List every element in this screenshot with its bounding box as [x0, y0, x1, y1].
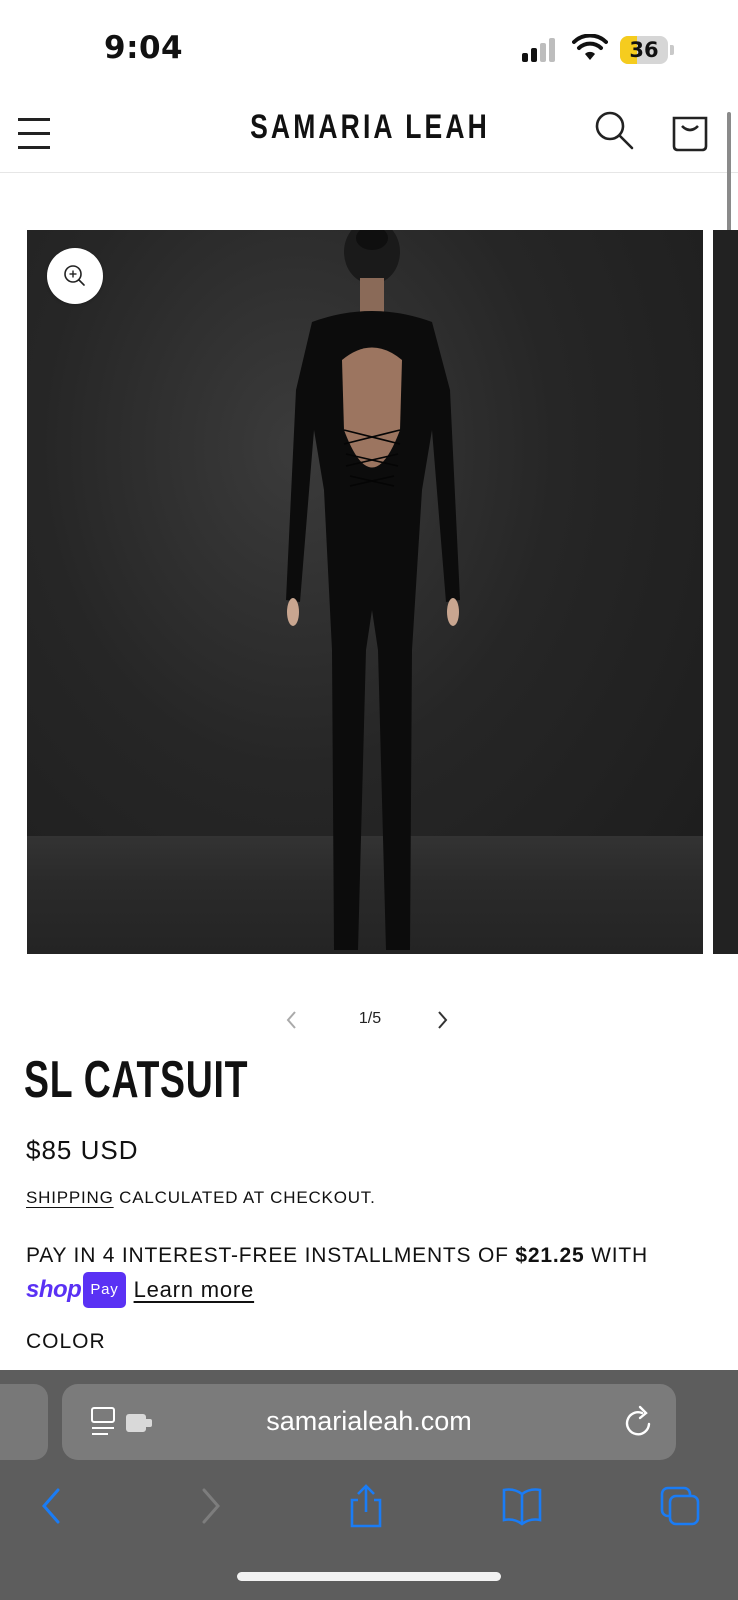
search-icon[interactable] — [592, 108, 636, 152]
color-label: COLOR — [26, 1330, 106, 1353]
brand-logo[interactable]: SAMARIA LEAH — [237, 108, 502, 147]
battery-icon: 36 — [620, 36, 668, 64]
next-image-peek[interactable] — [713, 230, 738, 954]
shipping-note: SHIPPING CALCULATED AT CHECKOUT. — [26, 1188, 376, 1208]
status-time: 9:04 — [104, 30, 184, 66]
wifi-icon — [572, 34, 608, 60]
forward-icon[interactable] — [188, 1484, 232, 1528]
installments-note: PAY IN 4 INTEREST-FREE INSTALLMENTS OF $… — [26, 1240, 726, 1308]
chevron-right-icon[interactable] — [430, 1008, 454, 1032]
page-menu-icon[interactable] — [90, 1406, 156, 1440]
shop-pay-badge: Pay — [83, 1272, 126, 1308]
scroll-indicator[interactable] — [727, 112, 731, 238]
product-price: $85 USD — [26, 1135, 139, 1165]
bookmarks-icon[interactable] — [500, 1484, 544, 1528]
share-icon[interactable] — [344, 1484, 388, 1528]
cart-icon[interactable] — [668, 106, 712, 154]
back-icon[interactable] — [30, 1484, 74, 1528]
shipping-link[interactable]: SHIPPING — [26, 1188, 114, 1207]
installments-prefix: PAY IN 4 INTEREST-FREE INSTALLMENTS OF — [26, 1244, 516, 1267]
reload-icon[interactable] — [622, 1404, 656, 1440]
gallery-pager: 1/5 — [280, 1000, 460, 1040]
learn-more-link[interactable]: Learn more — [134, 1274, 255, 1306]
image-counter: 1/5 — [358, 1010, 382, 1027]
previous-tab-preview[interactable] — [0, 1384, 48, 1460]
site-header: SAMARIA LEAH — [0, 100, 738, 173]
model-figure — [286, 230, 460, 950]
battery-tip — [670, 45, 674, 55]
hamburger-icon — [18, 118, 50, 121]
product-title: SL CATSUIT — [24, 1051, 249, 1109]
shipping-text: CALCULATED AT CHECKOUT. — [113, 1188, 376, 1207]
menu-button[interactable] — [16, 110, 56, 150]
status-bar: 9:04 36 — [0, 0, 738, 100]
chevron-left-icon[interactable] — [280, 1008, 304, 1032]
installment-amount: $21.25 — [515, 1244, 585, 1267]
browser-toolbar: samarialeah.com — [0, 1370, 738, 1600]
home-indicator[interactable] — [237, 1572, 501, 1581]
url-text: samarialeah.com — [266, 1406, 472, 1436]
tabs-icon[interactable] — [658, 1484, 702, 1528]
zoom-button[interactable] — [47, 248, 103, 304]
shop-pay-logo: shop — [26, 1276, 82, 1303]
hamburger-icon — [18, 146, 50, 149]
zoom-in-icon — [64, 265, 85, 286]
address-bar[interactable]: samarialeah.com — [62, 1384, 676, 1460]
cellular-signal-icon — [522, 38, 560, 62]
hamburger-icon — [18, 132, 50, 135]
installments-suffix: WITH — [584, 1244, 648, 1267]
product-image[interactable] — [27, 230, 703, 954]
battery-percent: 36 — [629, 38, 659, 62]
